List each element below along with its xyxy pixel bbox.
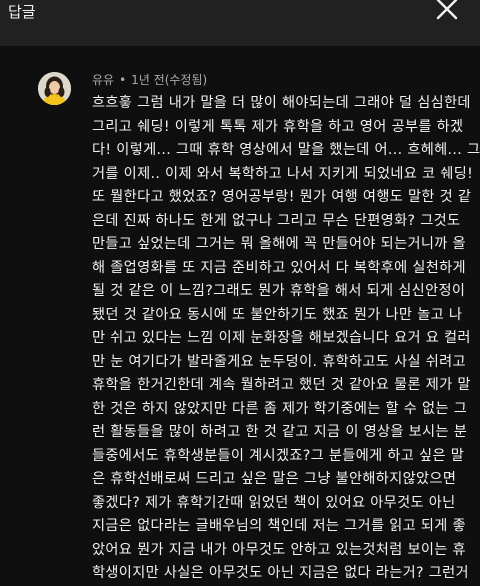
comment-line: 들중에서도 휴학생분들이 계시겠죠?그 분들에게 하고 싶은 말 (92, 447, 465, 464)
comment-line: 거를 이제.. 이제 와서 복학하고 나서 지키게 되었네요 코 쉐딩! (92, 165, 474, 182)
comment-line: 좋겠다? 제가 휴학기간때 읽었던 책이 있어요 아무것도 아닌 (92, 494, 456, 511)
page-title: 답글 (8, 3, 36, 21)
comment-line: 만들고 싶었는데 그거는 뭐 올해에 꼭 만들어야 되는거니까 올 (92, 236, 466, 252)
comment-line: 될 것 같은 이 느낌?그래도 뭔가 휴학을 해서 되게 심신안정이 (92, 283, 466, 299)
comment-thread: 유유 • 1년 전(수정됨) 흐흐흫 그럼 내가 말을 더 많이 해야되는데 그래야… (0, 46, 480, 581)
comment-line: 흐흐흫 그럼 내가 말을 더 많이 해야되는데 그래야 덜 심심한데 (92, 95, 471, 111)
close-button[interactable] (436, 0, 458, 20)
comment-line: 해 졸업영화를 또 지금 준비하고 있어서 다 복학후에 실천하게 (92, 259, 466, 276)
reply-header: 답글 (0, 0, 480, 46)
comment-line: 다! 이렇게... 그때 휴학 영상에서 말을 했는데 어... 흐헤헤... … (92, 142, 480, 158)
avatar[interactable] (38, 72, 71, 105)
comment-line: 됐던 것 같아요 동시에 또 불안하기도 했죠 뭔가 나만 놀고 나 (92, 306, 463, 323)
comment-meta: 유유 • 1년 전(수정됨) (92, 71, 207, 89)
comment-line: 학생이지만 사실은 아무것도 아닌 지금은 없다 라는거? 그런거 (92, 565, 469, 581)
comment-line: 만 눈 여기다가 발라줄게요 눈두덩이. 휴학하고도 사실 쉬려고 (92, 353, 466, 370)
close-icon (436, 0, 458, 20)
meta-separator: • (119, 73, 127, 87)
comment-body: 흐흐흫 그럼 내가 말을 더 많이 해야되는데 그래야 덜 심심한데 그리고 쉐… (92, 92, 480, 586)
comment-timestamp[interactable]: 1년 전(수정됨) (131, 73, 207, 87)
comment-line: 만 쉬고 있다는 느낌 이제 눈화장을 해보겠습니다 요거 요 컬러 (92, 330, 471, 346)
comment-line: 지금은 없다라는 글배우님의 책인데 저는 그거를 읽고 되게 좋 (92, 518, 466, 534)
comment-line: 런 활동들을 많이 하려고 한 것 같고 지금 이 영상을 보시는 분 (92, 424, 468, 440)
avatar-image (38, 72, 71, 105)
comment-line: 았어요 뭔가 지금 내가 아무것도 안하고 있는것처럼 보이는 휴 (92, 541, 466, 558)
comment-line: 그리고 쉐딩! 이렇게 톡톡 제가 휴학을 하고 영어 공부를 하겠 (92, 118, 464, 135)
comment-author[interactable]: 유유 (92, 73, 114, 87)
comment-line: 은 휴학선배로써 드리고 싶은 말은 그냥 불안해하지않았으면 (92, 471, 457, 487)
comment-line: 한 것은 하지 않았지만 다른 좀 제가 학기중에는 할 수 없는 그 (92, 400, 468, 417)
comment-line: 또 뭘한다고 했었죠? 영어공부랑! 뭔가 여행 여행도 말한 것 같 (92, 189, 472, 205)
comment-line: 휴학을 한거긴한데 계속 뭘하려고 했던 것 같아요 물론 제가 말 (92, 377, 471, 393)
comment-line: 은데 진짜 하나도 한게 없구나 그리고 무슨 단편영화? 그것도 (92, 212, 461, 229)
